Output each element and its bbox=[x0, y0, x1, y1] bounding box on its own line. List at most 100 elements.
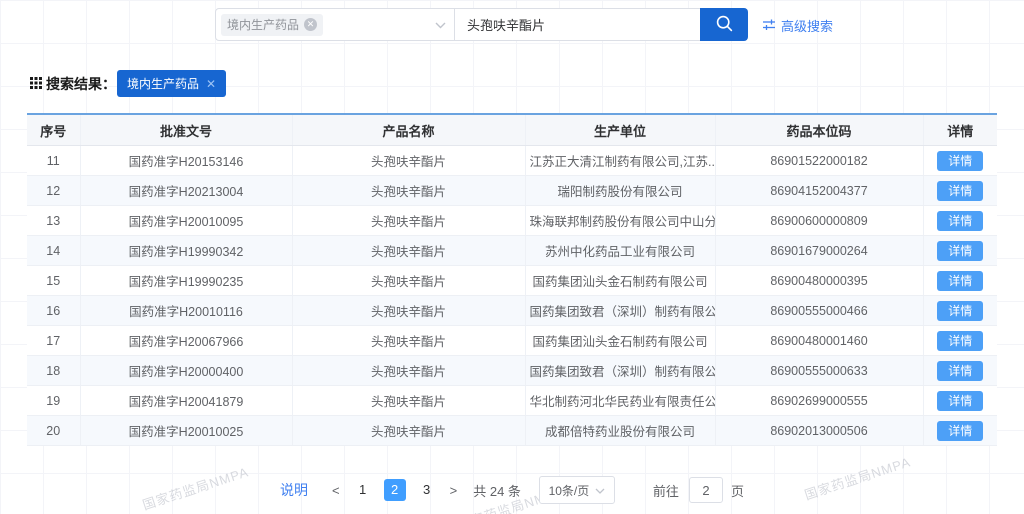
cell-manufacturer: 国药集团汕头金石制药有限公司 bbox=[525, 266, 715, 296]
table-row: 18 国药准字H20000400 头孢呋辛酯片 国药集团致君（深圳）制药有限公.… bbox=[27, 356, 997, 386]
detail-button[interactable]: 详情 bbox=[937, 241, 983, 261]
table-row: 20 国药准字H20010025 头孢呋辛酯片 成都倍特药业股份有限公司 869… bbox=[27, 416, 997, 446]
cell-approval-number: 国药准字H20213004 bbox=[80, 176, 292, 206]
cell-detail: 详情 bbox=[923, 296, 997, 326]
table-row: 16 国药准字H20010116 头孢呋辛酯片 国药集团致君（深圳）制药有限公.… bbox=[27, 296, 997, 326]
note-link[interactable]: 说明 bbox=[280, 480, 308, 500]
pagination: 说明 < 123 > 共 24 条 10条/页 前往 页 bbox=[0, 476, 1024, 504]
cell-product-name: 头孢呋辛酯片 bbox=[292, 206, 525, 236]
cell-product-name: 头孢呋辛酯片 bbox=[292, 236, 525, 266]
cell-approval-number: 国药准字H20010025 bbox=[80, 416, 292, 446]
results-table: 序号 批准文号 产品名称 生产单位 药品本位码 详情 11 国药准字H20153… bbox=[27, 113, 997, 446]
page-number-button[interactable]: 3 bbox=[416, 479, 438, 501]
total-count: 共 24 条 bbox=[473, 481, 521, 500]
active-filter-tag[interactable]: 境内生产药品 ✕ bbox=[117, 70, 226, 97]
cell-product-name: 头孢呋辛酯片 bbox=[292, 386, 525, 416]
cell-detail: 详情 bbox=[923, 146, 997, 176]
cell-manufacturer: 国药集团汕头金石制药有限公司 bbox=[525, 326, 715, 356]
table-header: 序号 批准文号 产品名称 生产单位 药品本位码 详情 bbox=[27, 114, 997, 146]
cell-detail: 详情 bbox=[923, 266, 997, 296]
cell-approval-number: 国药准字H19990342 bbox=[80, 236, 292, 266]
table-row: 13 国药准字H20010095 头孢呋辛酯片 珠海联邦制药股份有限公司中山分.… bbox=[27, 206, 997, 236]
detail-button[interactable]: 详情 bbox=[937, 271, 983, 291]
search-icon bbox=[715, 14, 734, 36]
cell-drug-code: 86900600000809 bbox=[715, 206, 923, 236]
cell-approval-number: 国药准字H20000400 bbox=[80, 356, 292, 386]
col-header-approval: 批准文号 bbox=[80, 114, 292, 146]
page-number-button[interactable]: 1 bbox=[352, 479, 374, 501]
active-filter-label: 境内生产药品 bbox=[127, 75, 199, 92]
col-header-code: 药品本位码 bbox=[715, 114, 923, 146]
remove-filter-icon[interactable]: ✕ bbox=[206, 77, 216, 91]
detail-button[interactable]: 详情 bbox=[937, 211, 983, 231]
search-button[interactable] bbox=[700, 8, 748, 41]
cell-drug-code: 86900480001460 bbox=[715, 326, 923, 356]
col-header-no: 序号 bbox=[27, 114, 80, 146]
next-page-button[interactable]: > bbox=[446, 483, 462, 498]
cell-manufacturer: 苏州中化药品工业有限公司 bbox=[525, 236, 715, 266]
cell-manufacturer: 成都倍特药业股份有限公司 bbox=[525, 416, 715, 446]
cell-detail: 详情 bbox=[923, 326, 997, 356]
page-unit-label: 页 bbox=[731, 481, 744, 500]
cell-approval-number: 国药准字H20010095 bbox=[80, 206, 292, 236]
cell-product-name: 头孢呋辛酯片 bbox=[292, 416, 525, 446]
advanced-search-label: 高级搜索 bbox=[781, 16, 833, 35]
cell-no: 16 bbox=[27, 296, 80, 326]
page-number-button[interactable]: 2 bbox=[384, 479, 406, 501]
table-row: 14 国药准字H19990342 头孢呋辛酯片 苏州中化药品工业有限公司 869… bbox=[27, 236, 997, 266]
cell-no: 20 bbox=[27, 416, 80, 446]
category-select[interactable]: 境内生产药品 ✕ bbox=[215, 8, 455, 41]
cell-no: 12 bbox=[27, 176, 80, 206]
cell-product-name: 头孢呋辛酯片 bbox=[292, 266, 525, 296]
cell-product-name: 头孢呋辛酯片 bbox=[292, 356, 525, 386]
cell-product-name: 头孢呋辛酯片 bbox=[292, 146, 525, 176]
selected-category-label: 境内生产药品 bbox=[227, 16, 299, 33]
detail-button[interactable]: 详情 bbox=[937, 391, 983, 411]
cell-product-name: 头孢呋辛酯片 bbox=[292, 296, 525, 326]
cell-no: 19 bbox=[27, 386, 80, 416]
cell-approval-number: 国药准字H20153146 bbox=[80, 146, 292, 176]
cell-detail: 详情 bbox=[923, 386, 997, 416]
cell-manufacturer: 瑞阳制药股份有限公司 bbox=[525, 176, 715, 206]
cell-approval-number: 国药准字H19990235 bbox=[80, 266, 292, 296]
prev-page-button[interactable]: < bbox=[328, 483, 344, 498]
col-header-detail: 详情 bbox=[923, 114, 997, 146]
detail-button[interactable]: 详情 bbox=[937, 301, 983, 321]
cell-no: 15 bbox=[27, 266, 80, 296]
table-row: 17 国药准字H20067966 头孢呋辛酯片 国药集团汕头金石制药有限公司 8… bbox=[27, 326, 997, 356]
col-header-manufacturer: 生产单位 bbox=[525, 114, 715, 146]
cell-manufacturer: 江苏正大清江制药有限公司,江苏... bbox=[525, 146, 715, 176]
cell-product-name: 头孢呋辛酯片 bbox=[292, 176, 525, 206]
results-label-text: 搜索结果： bbox=[46, 74, 116, 94]
cell-manufacturer: 珠海联邦制药股份有限公司中山分... bbox=[525, 206, 715, 236]
advanced-search-link[interactable]: 高级搜索 bbox=[762, 16, 833, 35]
detail-button[interactable]: 详情 bbox=[937, 331, 983, 351]
chevron-down-icon bbox=[595, 483, 605, 497]
goto-page-input[interactable] bbox=[689, 477, 723, 503]
grid-icon bbox=[30, 76, 42, 92]
cell-approval-number: 国药准字H20010116 bbox=[80, 296, 292, 326]
detail-button[interactable]: 详情 bbox=[937, 421, 983, 441]
col-header-product: 产品名称 bbox=[292, 114, 525, 146]
page-size-select[interactable]: 10条/页 bbox=[539, 476, 615, 504]
detail-button[interactable]: 详情 bbox=[937, 181, 983, 201]
cell-drug-code: 86902013000506 bbox=[715, 416, 923, 446]
cell-approval-number: 国药准字H20067966 bbox=[80, 326, 292, 356]
cell-drug-code: 86902699000555 bbox=[715, 386, 923, 416]
cell-approval-number: 国药准字H20041879 bbox=[80, 386, 292, 416]
detail-button[interactable]: 详情 bbox=[937, 361, 983, 381]
search-input[interactable] bbox=[454, 8, 701, 41]
tag-remove-icon[interactable]: ✕ bbox=[304, 18, 317, 31]
page-buttons: 123 bbox=[352, 479, 438, 501]
detail-button[interactable]: 详情 bbox=[937, 151, 983, 171]
goto-label: 前往 bbox=[653, 481, 679, 500]
cell-drug-code: 86900555000633 bbox=[715, 356, 923, 386]
cell-product-name: 头孢呋辛酯片 bbox=[292, 326, 525, 356]
table-row: 12 国药准字H20213004 头孢呋辛酯片 瑞阳制药股份有限公司 86904… bbox=[27, 176, 997, 206]
cell-drug-code: 86900480000395 bbox=[715, 266, 923, 296]
table-row: 19 国药准字H20041879 头孢呋辛酯片 华北制药河北华民药业有限责任公.… bbox=[27, 386, 997, 416]
cell-manufacturer: 国药集团致君（深圳）制药有限公... bbox=[525, 296, 715, 326]
table-body: 11 国药准字H20153146 头孢呋辛酯片 江苏正大清江制药有限公司,江苏.… bbox=[27, 146, 997, 446]
selected-category-tag[interactable]: 境内生产药品 ✕ bbox=[221, 14, 323, 36]
results-label: 搜索结果： bbox=[30, 74, 116, 94]
